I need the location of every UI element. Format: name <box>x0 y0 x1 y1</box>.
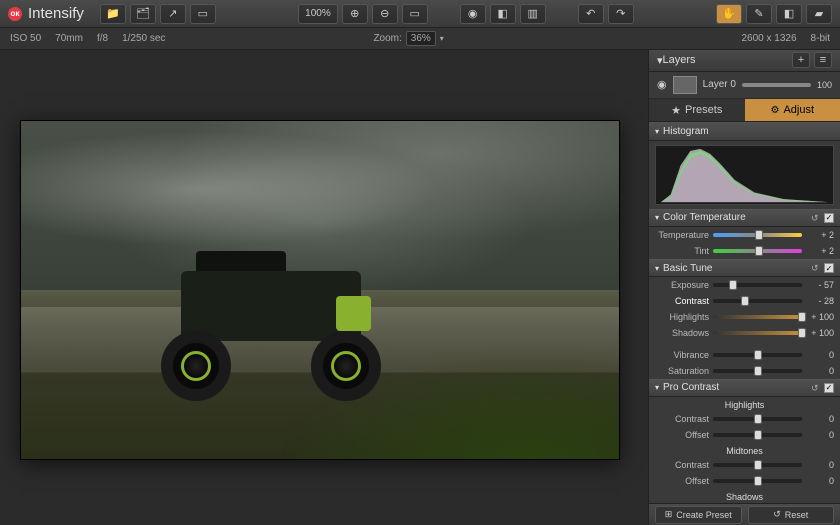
exposure-slider[interactable]: Exposure- 57 <box>649 277 840 293</box>
zoom-value[interactable]: 36% <box>406 31 436 46</box>
undo-button[interactable]: ↶ <box>578 4 604 24</box>
layer-opacity-slider[interactable] <box>742 83 811 87</box>
histogram-display <box>655 145 834 205</box>
image-dimensions: 2600 x 1326 <box>741 33 796 44</box>
section-enable-checkbox[interactable]: ✓ <box>824 383 834 393</box>
hand-tool-button[interactable]: ✋ <box>716 4 742 24</box>
adjust-tab[interactable]: ⚙ Adjust <box>745 99 840 123</box>
layer-visibility-icon[interactable]: ◉ <box>657 78 667 91</box>
layer-opacity-value: 100 <box>817 80 832 90</box>
sidebar-footer: ⊞ Create Preset ↺ Reset <box>649 503 840 525</box>
layers-title: Layers <box>663 54 696 66</box>
app-logo: ок <box>8 7 22 21</box>
meta-focal: 70mm <box>55 33 83 44</box>
split-view-button[interactable]: ▥ <box>520 4 546 24</box>
layer-name: Layer 0 <box>703 79 736 90</box>
image-bit-depth: 8-bit <box>811 33 830 44</box>
info-bar: ISO 50 70mm f/8 1/250 sec Zoom: 36% ▾ 26… <box>0 28 840 50</box>
canvas-image[interactable] <box>20 120 620 460</box>
zoom-chevron-icon[interactable]: ▾ <box>440 34 444 43</box>
brush-tool-button[interactable]: ✎ <box>746 4 772 24</box>
contrast-slider[interactable]: Contrast- 28 <box>649 293 840 309</box>
pro-highlights-contrast-slider[interactable]: Contrast0 <box>649 411 840 427</box>
open-file-button[interactable]: 📁 <box>100 4 126 24</box>
presets-tab[interactable]: ★ Presets <box>649 99 745 123</box>
pro-contrast-header[interactable]: ▾Pro Contrast ↺✓ <box>649 379 840 397</box>
histogram-header[interactable]: ▾Histogram <box>649 122 840 140</box>
zoom-fit-button[interactable]: 100% <box>298 4 338 24</box>
meta-shutter: 1/250 sec <box>122 33 165 44</box>
export-button[interactable]: ↗ <box>160 4 186 24</box>
section-enable-checkbox[interactable]: ✓ <box>824 213 834 223</box>
meta-aperture: f/8 <box>97 33 108 44</box>
fit-screen-button[interactable]: ▭ <box>402 4 428 24</box>
layer-menu-button[interactable]: ≡ <box>814 52 832 68</box>
saturation-slider[interactable]: Saturation0 <box>649 363 840 379</box>
compare-button[interactable]: ◧ <box>490 4 516 24</box>
shadows-slider[interactable]: Shadows+ 100 <box>649 325 840 341</box>
pro-midtones-contrast-slider[interactable]: Contrast0 <box>649 457 840 473</box>
section-enable-checkbox[interactable]: ✓ <box>824 263 834 273</box>
preview-toggle-button[interactable]: ◉ <box>460 4 486 24</box>
create-preset-button[interactable]: ⊞ Create Preset <box>655 506 742 524</box>
color-temperature-header[interactable]: ▾Color Temperature ↺✓ <box>649 209 840 227</box>
layers-panel-header: ▾ Layers + ≡ <box>649 50 840 72</box>
meta-iso: ISO 50 <box>10 33 41 44</box>
zoom-out-button[interactable]: ⊖ <box>372 4 398 24</box>
reset-icon[interactable]: ↺ <box>811 213 821 223</box>
reset-icon[interactable]: ↺ <box>811 383 821 393</box>
open-folder-button[interactable]: 🗂 <box>130 4 156 24</box>
add-layer-button[interactable]: + <box>792 52 810 68</box>
vibrance-slider[interactable]: Vibrance0 <box>649 347 840 363</box>
pro-midtones-label: Midtones <box>649 443 840 457</box>
basic-tune-header[interactable]: ▾Basic Tune ↺✓ <box>649 259 840 277</box>
canvas-area[interactable] <box>0 50 648 525</box>
tint-slider[interactable]: Tint+ 2 <box>649 243 840 259</box>
top-toolbar: ок Intensify 📁 🗂 ↗ ▭ 100% ⊕ ⊖ ▭ ◉ ◧ ▥ ↶ … <box>0 0 840 28</box>
highlights-slider[interactable]: Highlights+ 100 <box>649 309 840 325</box>
reset-button[interactable]: ↺ Reset <box>748 506 835 524</box>
app-title: Intensify <box>28 5 84 22</box>
duplicate-button[interactable]: ▭ <box>190 4 216 24</box>
layer-row[interactable]: ◉ Layer 0 100 <box>649 72 840 99</box>
pro-midtones-offset-slider[interactable]: Offset0 <box>649 473 840 489</box>
gradient-tool-button[interactable]: ▰ <box>806 4 832 24</box>
pro-shadows-label: Shadows <box>649 489 840 503</box>
zoom-in-button[interactable]: ⊕ <box>342 4 368 24</box>
zoom-label: Zoom: <box>373 33 401 44</box>
eraser-tool-button[interactable]: ◧ <box>776 4 802 24</box>
right-sidebar: ▾ Layers + ≡ ◉ Layer 0 100 ★ Presets ⚙ A… <box>648 50 840 525</box>
pro-highlights-offset-slider[interactable]: Offset0 <box>649 427 840 443</box>
reset-icon[interactable]: ↺ <box>811 263 821 273</box>
redo-button[interactable]: ↷ <box>608 4 634 24</box>
temperature-slider[interactable]: Temperature+ 2 <box>649 227 840 243</box>
pro-highlights-label: Highlights <box>649 397 840 411</box>
layer-thumbnail <box>673 76 697 94</box>
